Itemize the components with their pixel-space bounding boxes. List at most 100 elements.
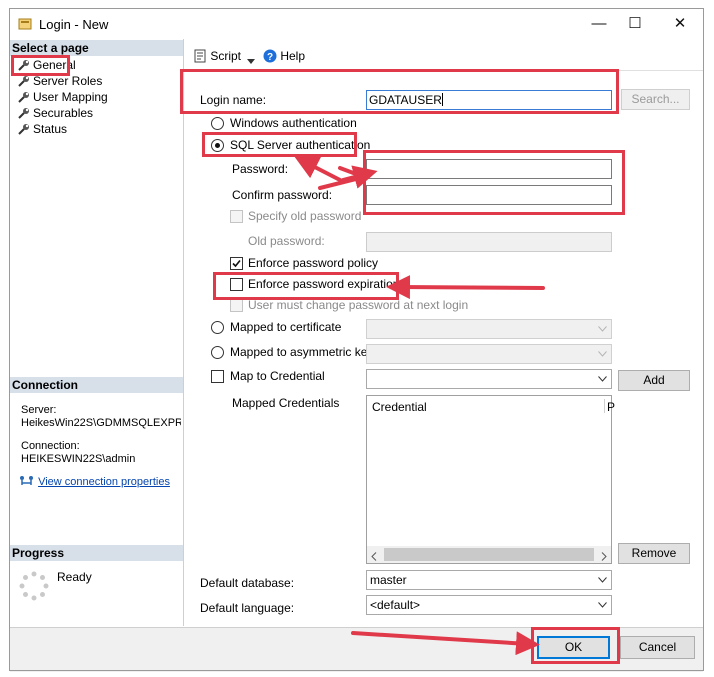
select-page-header: Select a page bbox=[10, 40, 183, 56]
checkmark-icon bbox=[232, 259, 241, 268]
wrench-icon bbox=[18, 91, 30, 103]
maximize-button[interactable]: ☐ bbox=[617, 13, 653, 35]
search-button[interactable]: Search... bbox=[621, 89, 690, 110]
login-name-value: GDATAUSER bbox=[369, 93, 442, 107]
remove-button[interactable]: Remove bbox=[618, 543, 690, 564]
map-credential-checkbox[interactable] bbox=[211, 370, 224, 383]
connection-header: Connection bbox=[10, 377, 183, 393]
sidebar-item-label: Securables bbox=[33, 106, 94, 120]
chevron-down-icon bbox=[598, 351, 607, 357]
mapped-credentials-label: Mapped Credentials bbox=[232, 396, 340, 410]
default-database-combo[interactable]: master bbox=[366, 570, 612, 590]
script-button[interactable]: Script bbox=[193, 48, 241, 64]
connection-label: Connection: bbox=[21, 440, 80, 452]
wrench-icon bbox=[18, 107, 30, 119]
provider-column-header[interactable]: P bbox=[607, 400, 615, 415]
sidebar: Select a page General Server Roles User … bbox=[10, 39, 184, 626]
windows-auth-label: Windows authentication bbox=[230, 116, 357, 130]
column-divider bbox=[604, 399, 605, 413]
login-name-label: Login name: bbox=[200, 93, 267, 107]
old-password-label: Old password: bbox=[248, 234, 325, 248]
window-title: Login - New bbox=[39, 17, 109, 32]
connection-value: HEIKESWIN22S\admin bbox=[21, 453, 136, 465]
specify-old-password-label: Specify old password bbox=[248, 209, 362, 223]
svg-text:?: ? bbox=[267, 52, 273, 63]
chevron-down-icon bbox=[598, 602, 607, 608]
enforce-expiration-checkbox[interactable] bbox=[230, 278, 243, 291]
old-password-input[interactable] bbox=[366, 232, 612, 252]
server-value: HeikesWin22S\GDMMSQLEXPRE bbox=[21, 417, 181, 429]
chevron-down-icon bbox=[598, 326, 607, 332]
enforce-policy-label: Enforce password policy bbox=[248, 256, 379, 270]
sidebar-item-server-roles[interactable]: Server Roles bbox=[18, 73, 102, 89]
default-language-label: Default language: bbox=[200, 601, 295, 615]
sidebar-item-label: Server Roles bbox=[33, 74, 103, 88]
default-database-label: Default database: bbox=[200, 576, 295, 590]
minimize-button[interactable]: — bbox=[581, 13, 617, 35]
specify-old-password-checkbox[interactable] bbox=[230, 210, 243, 223]
asymmetric-key-combo[interactable] bbox=[366, 344, 612, 364]
sidebar-item-label: General bbox=[33, 58, 76, 72]
help-button[interactable]: ? Help bbox=[263, 48, 305, 64]
map-credential-label: Map to Credential bbox=[230, 369, 325, 383]
add-button[interactable]: Add bbox=[618, 370, 690, 391]
scrollbar-thumb[interactable] bbox=[384, 548, 594, 561]
sidebar-item-general[interactable]: General bbox=[18, 57, 76, 73]
mapped-asym-label: Mapped to asymmetric key bbox=[230, 345, 374, 359]
sidebar-item-label: Status bbox=[33, 122, 68, 136]
password-input[interactable] bbox=[366, 159, 612, 179]
confirm-password-input[interactable] bbox=[366, 185, 612, 205]
scroll-right-icon[interactable] bbox=[601, 550, 607, 564]
horizontal-scrollbar[interactable] bbox=[367, 546, 611, 563]
wrench-icon bbox=[18, 59, 30, 71]
scroll-left-icon[interactable] bbox=[371, 550, 377, 564]
script-icon bbox=[193, 49, 207, 63]
login-dialog: Login - New — ☐ ✕ Select a page General … bbox=[0, 0, 714, 677]
chevron-down-icon bbox=[598, 376, 607, 382]
mapped-cert-radio[interactable] bbox=[211, 321, 224, 334]
help-icon: ? bbox=[263, 49, 277, 63]
title-bar: Login - New — ☐ ✕ bbox=[10, 9, 703, 39]
connection-properties-icon bbox=[19, 475, 35, 487]
enforce-policy-checkbox[interactable] bbox=[230, 257, 243, 270]
confirm-password-label: Confirm password: bbox=[232, 188, 333, 202]
mapped-asym-radio[interactable] bbox=[211, 346, 224, 359]
sidebar-item-label: User Mapping bbox=[33, 90, 108, 104]
password-label: Password: bbox=[232, 162, 289, 176]
default-language-value: <default> bbox=[370, 598, 421, 612]
view-connection-link[interactable]: View connection properties bbox=[38, 476, 170, 488]
sidebar-item-status[interactable]: Status bbox=[18, 121, 67, 137]
sidebar-item-user-mapping[interactable]: User Mapping bbox=[18, 89, 108, 105]
text-caret bbox=[441, 93, 443, 106]
wrench-icon bbox=[18, 75, 30, 87]
cancel-button[interactable]: Cancel bbox=[620, 636, 695, 659]
default-language-combo[interactable]: <default> bbox=[366, 595, 612, 615]
sidebar-item-securables[interactable]: Securables bbox=[18, 105, 93, 121]
credential-combo[interactable] bbox=[366, 369, 612, 389]
must-change-checkbox[interactable] bbox=[230, 299, 243, 312]
view-connection-properties[interactable]: View connection properties bbox=[19, 475, 179, 489]
wrench-icon bbox=[18, 123, 30, 135]
default-database-value: master bbox=[370, 573, 407, 587]
help-label: Help bbox=[280, 49, 306, 63]
chevron-down-icon bbox=[598, 577, 607, 583]
must-change-label: User must change password at next login bbox=[248, 298, 469, 312]
sql-auth-radio[interactable] bbox=[211, 139, 224, 152]
toolbar-separator bbox=[184, 70, 703, 71]
toolbar: Script ? Help bbox=[184, 42, 703, 70]
login-name-input[interactable]: GDATAUSER bbox=[366, 90, 612, 110]
sql-auth-label: SQL Server authentication bbox=[230, 138, 371, 152]
enforce-expiration-label: Enforce password expiration bbox=[248, 277, 400, 291]
close-button[interactable]: ✕ bbox=[662, 13, 698, 35]
ok-button[interactable]: OK bbox=[537, 636, 610, 659]
certificate-combo[interactable] bbox=[366, 319, 612, 339]
script-label: Script bbox=[210, 49, 242, 63]
progress-spinner-icon bbox=[19, 571, 49, 601]
mapped-credentials-list[interactable]: Credential P bbox=[366, 395, 615, 564]
progress-header: Progress bbox=[10, 545, 183, 561]
mapped-cert-label: Mapped to certificate bbox=[230, 320, 342, 334]
credential-column-header[interactable]: Credential bbox=[372, 400, 427, 415]
app-icon bbox=[18, 17, 32, 31]
windows-auth-radio[interactable] bbox=[211, 117, 224, 130]
script-dropdown-icon[interactable] bbox=[247, 53, 255, 67]
